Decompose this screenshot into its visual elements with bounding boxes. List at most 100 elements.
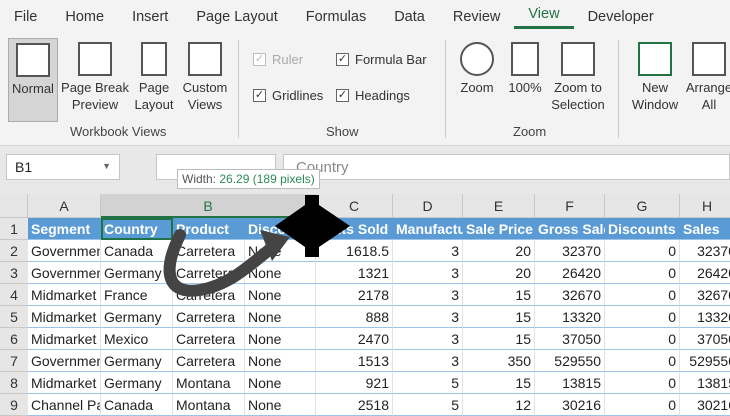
column-header-E[interactable]: E [463,194,535,218]
row-header[interactable]: 5 [0,306,28,328]
row-header[interactable]: 9 [0,394,28,416]
table-cell[interactable]: Government [28,262,101,284]
table-cell[interactable]: 32670 [680,284,730,306]
select-all-corner[interactable] [0,194,28,218]
name-box[interactable]: B1 ▼ [6,154,120,180]
table-cell[interactable]: 1513 [316,350,393,372]
page-break-preview-button[interactable]: Page Break Preview [60,42,130,113]
table-cell[interactable]: Mexico [101,328,173,350]
formula-input[interactable]: Country [283,154,730,180]
menu-tab-insert[interactable]: Insert [118,9,182,25]
table-cell[interactable]: 0 [605,284,680,306]
table-cell[interactable]: 3 [393,284,463,306]
table-cell[interactable]: None [245,328,316,350]
table-cell[interactable]: 32370 [680,240,730,262]
row-header[interactable]: 4 [0,284,28,306]
table-cell[interactable]: Montana [173,372,245,394]
table-cell[interactable]: Midmarket [28,372,101,394]
table-cell[interactable]: 0 [605,394,680,416]
menu-tab-file[interactable]: File [0,9,51,25]
column-header-D[interactable]: D [393,194,463,218]
table-cell[interactable]: 20 [463,262,535,284]
row-header[interactable]: 6 [0,328,28,350]
formula-bar-checkbox[interactable]: ✓ Formula Bar [336,52,427,67]
zoom-to-selection-button[interactable]: Zoom to Selection [548,42,608,113]
header-cell[interactable]: Sale Price [463,218,535,240]
table-cell[interactable]: 3 [393,240,463,262]
table-cell[interactable]: 0 [605,262,680,284]
headings-checkbox[interactable]: ✓ Headings [336,88,410,103]
table-cell[interactable]: 921 [316,372,393,394]
menu-tab-view[interactable]: View [514,6,574,29]
table-cell[interactable]: 0 [605,306,680,328]
table-cell[interactable]: 12 [463,394,535,416]
table-cell[interactable]: 5 [393,372,463,394]
row-header[interactable]: 3 [0,262,28,284]
menu-tab-data[interactable]: Data [380,9,439,25]
table-cell[interactable]: Government [28,240,101,262]
row-header[interactable]: 2 [0,240,28,262]
header-cell[interactable]: Sales [680,218,730,240]
table-cell[interactable]: 26420 [680,262,730,284]
table-cell[interactable]: Carretera [173,328,245,350]
table-cell[interactable]: Midmarket [28,306,101,328]
menu-tab-page-layout[interactable]: Page Layout [182,9,291,25]
table-cell[interactable]: 15 [463,306,535,328]
header-cell[interactable]: Gross Sales [535,218,605,240]
table-cell[interactable]: 0 [605,350,680,372]
menu-tab-review[interactable]: Review [439,9,515,25]
arrange-all-button[interactable]: Arrange All [684,42,730,113]
table-cell[interactable]: Carretera [173,350,245,372]
row-header[interactable]: 8 [0,372,28,394]
menu-tab-home[interactable]: Home [51,9,118,25]
table-cell[interactable]: 30216 [535,394,605,416]
table-cell[interactable]: 15 [463,328,535,350]
table-cell[interactable]: None [245,372,316,394]
table-cell[interactable]: 30216 [680,394,730,416]
header-cell[interactable]: Segment [28,218,101,240]
table-cell[interactable]: 3 [393,328,463,350]
normal-view-button[interactable]: Normal [8,38,58,122]
table-cell[interactable]: 15 [463,372,535,394]
zoom-button[interactable]: Zoom [454,42,500,96]
zoom-100-button[interactable]: 100% [504,42,546,96]
table-cell[interactable]: 888 [316,306,393,328]
table-cell[interactable]: None [245,350,316,372]
table-cell[interactable]: 529550 [680,350,730,372]
table-cell[interactable]: Canada [101,394,173,416]
table-cell[interactable]: Midmarket [28,328,101,350]
table-cell[interactable]: 2470 [316,328,393,350]
custom-views-button[interactable]: Custom Views [178,42,232,113]
table-cell[interactable]: 13320 [680,306,730,328]
table-cell[interactable]: 37050 [535,328,605,350]
table-cell[interactable]: 3 [393,306,463,328]
table-cell[interactable]: Germany [101,306,173,328]
menu-tab-formulas[interactable]: Formulas [292,9,380,25]
menu-tab-developer[interactable]: Developer [574,9,668,25]
table-cell[interactable]: 0 [605,372,680,394]
table-cell[interactable]: Montana [173,394,245,416]
table-cell[interactable]: 5 [393,394,463,416]
table-cell[interactable]: 26420 [535,262,605,284]
table-cell[interactable]: None [245,394,316,416]
table-cell[interactable]: 0 [605,240,680,262]
header-cell[interactable]: Manufacturing Price [393,218,463,240]
table-cell[interactable]: 37050 [680,328,730,350]
table-cell[interactable]: 3 [393,262,463,284]
table-cell[interactable]: 15 [463,284,535,306]
table-cell[interactable]: Carretera [173,306,245,328]
table-cell[interactable]: 350 [463,350,535,372]
column-header-H[interactable]: H [680,194,730,218]
table-cell[interactable]: None [245,306,316,328]
table-cell[interactable]: 3 [393,350,463,372]
column-header-F[interactable]: F [535,194,605,218]
table-cell[interactable]: Channel Partners [28,394,101,416]
gridlines-checkbox[interactable]: ✓ Gridlines [253,88,323,103]
row-header[interactable]: 1 [0,218,28,240]
table-cell[interactable]: Midmarket [28,284,101,306]
new-window-button[interactable]: New Window [628,42,682,113]
table-cell[interactable]: 13815 [680,372,730,394]
chevron-down-icon[interactable]: ▼ [102,161,111,171]
table-cell[interactable]: 20 [463,240,535,262]
table-cell[interactable]: 32370 [535,240,605,262]
